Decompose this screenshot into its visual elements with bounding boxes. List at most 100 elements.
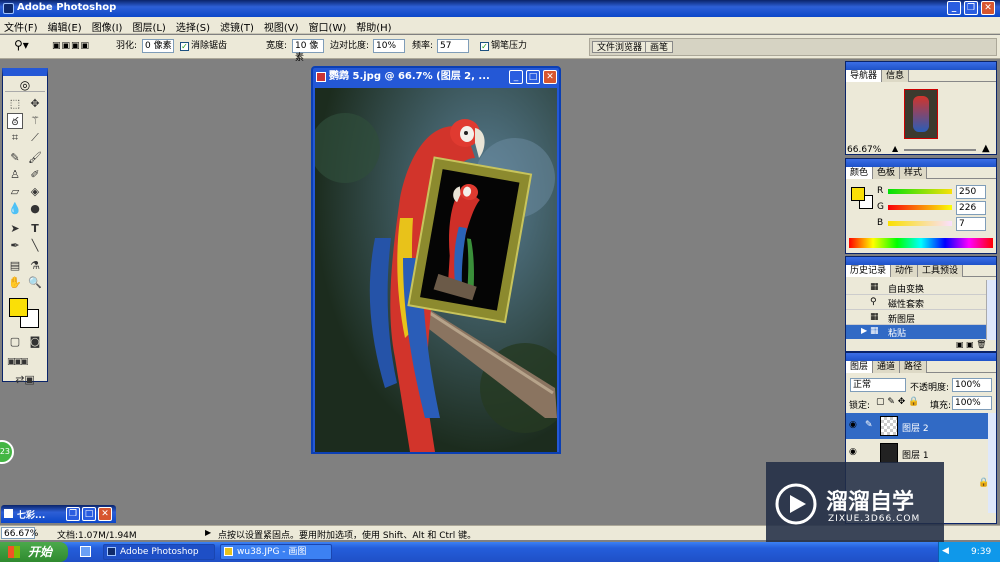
width-input[interactable]: 10 像素 bbox=[292, 39, 324, 63]
minimized-restore-button[interactable]: ❐ bbox=[66, 507, 80, 521]
visibility-eye-icon[interactable]: ◉ bbox=[849, 420, 857, 430]
quick-mask-icon[interactable]: ▢ bbox=[7, 334, 23, 350]
pen-tool-icon[interactable]: ✒ bbox=[7, 238, 23, 254]
screen-mode-icon[interactable]: ▣▣▣ bbox=[7, 354, 29, 370]
history-brush-icon[interactable]: ✐ bbox=[27, 167, 43, 183]
layer-row-selected[interactable]: ◉ ✎ 图层 2 bbox=[846, 413, 988, 439]
eyedropper-icon[interactable]: ⚗ bbox=[27, 258, 43, 274]
tab-tool-presets[interactable]: 工具预设 bbox=[918, 265, 964, 277]
history-item-selected[interactable]: ▶ ▦ 粘贴 bbox=[846, 325, 986, 339]
pen-pressure-checkbox[interactable]: ✓ 钢笔压力 bbox=[480, 39, 527, 53]
move-tool-icon[interactable]: ✥ bbox=[27, 96, 43, 112]
history-item[interactable]: ⚲ 磁性套索 bbox=[846, 295, 986, 310]
navigator-header[interactable] bbox=[846, 62, 996, 70]
tab-swatches[interactable]: 色板 bbox=[873, 167, 901, 179]
clone-stamp-icon[interactable]: ♙ bbox=[7, 167, 23, 183]
minimized-maximize-button[interactable]: □ bbox=[82, 507, 96, 521]
doc-maximize-button[interactable]: □ bbox=[526, 70, 540, 84]
visibility-eye-icon[interactable]: ◉ bbox=[849, 447, 857, 457]
status-zoom[interactable]: 66.67% bbox=[1, 527, 38, 539]
restore-button[interactable]: ❐ bbox=[964, 1, 978, 15]
menu-file[interactable]: 文件(F) bbox=[0, 17, 44, 34]
tab-actions[interactable]: 动作 bbox=[891, 265, 919, 277]
menu-filter[interactable]: 滤镜(T) bbox=[216, 17, 260, 34]
history-scrollbar[interactable] bbox=[986, 280, 996, 340]
history-item[interactable]: ▦ 新图层 bbox=[846, 310, 986, 325]
jump-to-imageready-icon[interactable]: ⇄▣ bbox=[9, 372, 41, 388]
line-tool-icon[interactable]: ╲ bbox=[27, 238, 43, 254]
dodge-tool-icon[interactable]: ● bbox=[27, 201, 43, 217]
color-spectrum-bar[interactable] bbox=[849, 238, 993, 248]
lasso-tool-icon[interactable]: ఠ bbox=[7, 113, 23, 129]
notes-tool-icon[interactable]: ▤ bbox=[7, 258, 23, 274]
navigator-zoom[interactable]: 66.67% bbox=[847, 145, 881, 155]
menu-edit[interactable]: 编辑(E) bbox=[44, 17, 88, 34]
menu-select[interactable]: 选择(S) bbox=[172, 17, 216, 34]
magnetic-lasso-icon[interactable]: ⚲▾ bbox=[14, 38, 29, 52]
zoom-out-icon[interactable]: ▲ bbox=[892, 144, 898, 153]
slice-tool-icon[interactable]: ⟋ bbox=[27, 130, 43, 146]
fill-input[interactable]: 100% bbox=[952, 396, 992, 410]
magic-wand-icon[interactable]: ⚚ bbox=[27, 113, 43, 129]
tab-navigator[interactable]: 导航器 bbox=[846, 70, 883, 82]
history-item[interactable]: ▦ 自由变换 bbox=[846, 280, 986, 295]
b-input[interactable]: 7 bbox=[956, 217, 986, 231]
b-slider[interactable] bbox=[888, 221, 952, 226]
selection-mode-icons[interactable]: ▣▣▣▣ bbox=[52, 39, 90, 53]
close-button[interactable]: ✕ bbox=[981, 1, 995, 15]
start-button[interactable]: 开始 bbox=[0, 542, 68, 562]
zoom-in-icon[interactable]: ▲ bbox=[982, 143, 990, 154]
quick-launch-icon[interactable] bbox=[80, 546, 91, 557]
brush-tool-icon[interactable]: 🖌 bbox=[27, 150, 43, 166]
menu-view[interactable]: 视图(V) bbox=[260, 17, 305, 34]
g-slider[interactable] bbox=[888, 205, 952, 210]
image-canvas[interactable] bbox=[315, 88, 557, 452]
tab-history[interactable]: 历史记录 bbox=[846, 265, 892, 277]
file-browser-tab[interactable]: 文件浏览器 bbox=[592, 41, 648, 53]
menu-window[interactable]: 窗口(W) bbox=[305, 17, 353, 34]
opacity-input[interactable]: 100% bbox=[952, 378, 992, 392]
edge-contrast-input[interactable]: 10% bbox=[373, 39, 405, 53]
new-snapshot-icon[interactable]: ▣ ▣ 🗑 bbox=[956, 340, 986, 349]
blur-tool-icon[interactable]: 💧 bbox=[7, 201, 23, 217]
layers-scrollbar[interactable] bbox=[988, 413, 996, 513]
lock-icons[interactable]: ▢ ✎ ✥ 🔒 bbox=[876, 397, 919, 407]
navigator-zoom-slider[interactable] bbox=[904, 149, 976, 151]
type-tool-icon[interactable]: T bbox=[27, 221, 43, 237]
paint-bucket-icon[interactable]: ◈ bbox=[27, 184, 43, 200]
path-select-icon[interactable]: ➤ bbox=[7, 221, 23, 237]
marquee-tool-icon[interactable]: ⬚ bbox=[7, 96, 23, 112]
tab-color[interactable]: 颜色 bbox=[846, 167, 874, 179]
healing-brush-icon[interactable]: ✎ bbox=[7, 150, 23, 166]
minimized-document[interactable]: 七彩... ❐ □ ✕ bbox=[1, 505, 116, 523]
blend-mode-select[interactable]: 正常 bbox=[850, 378, 906, 392]
layers-header[interactable] bbox=[846, 353, 996, 361]
feather-input[interactable]: 0 像素 bbox=[142, 39, 174, 53]
frequency-input[interactable]: 57 bbox=[437, 39, 469, 53]
menu-help[interactable]: 帮助(H) bbox=[352, 17, 397, 34]
taskbar-item-photoshop[interactable]: Adobe Photoshop bbox=[103, 544, 215, 560]
status-arrow-icon[interactable]: ▶ bbox=[205, 528, 211, 537]
r-slider[interactable] bbox=[888, 189, 952, 194]
quick-mask-on-icon[interactable]: ◙ bbox=[27, 334, 43, 350]
menu-layer[interactable]: 图层(L) bbox=[128, 17, 171, 34]
tab-layers[interactable]: 图层 bbox=[846, 361, 874, 373]
g-input[interactable]: 226 bbox=[956, 201, 986, 215]
history-header[interactable] bbox=[846, 257, 996, 265]
tray-arrow-icon[interactable]: ◀ bbox=[942, 546, 949, 556]
minimize-button[interactable]: _ bbox=[947, 1, 961, 15]
r-input[interactable]: 250 bbox=[956, 185, 986, 199]
taskbar-item-paint[interactable]: wu38.JPG - 画图 bbox=[220, 544, 332, 560]
menu-image[interactable]: 图像(I) bbox=[88, 17, 129, 34]
zoom-tool-icon[interactable]: 🔍 bbox=[27, 275, 43, 291]
tab-styles[interactable]: 样式 bbox=[900, 167, 928, 179]
hand-tool-icon[interactable]: ✋ bbox=[7, 275, 23, 291]
doc-close-button[interactable]: ✕ bbox=[543, 70, 557, 84]
crop-tool-icon[interactable]: ⌗ bbox=[7, 130, 23, 146]
antialias-checkbox[interactable]: ✓ 消除锯齿 bbox=[180, 39, 227, 53]
eraser-tool-icon[interactable]: ▱ bbox=[7, 184, 23, 200]
tab-paths[interactable]: 路径 bbox=[900, 361, 928, 373]
brush-link-icon[interactable]: ✎ bbox=[865, 420, 873, 430]
brushes-tab[interactable]: 画笔 bbox=[645, 41, 674, 53]
color-panel-header[interactable] bbox=[846, 159, 996, 167]
